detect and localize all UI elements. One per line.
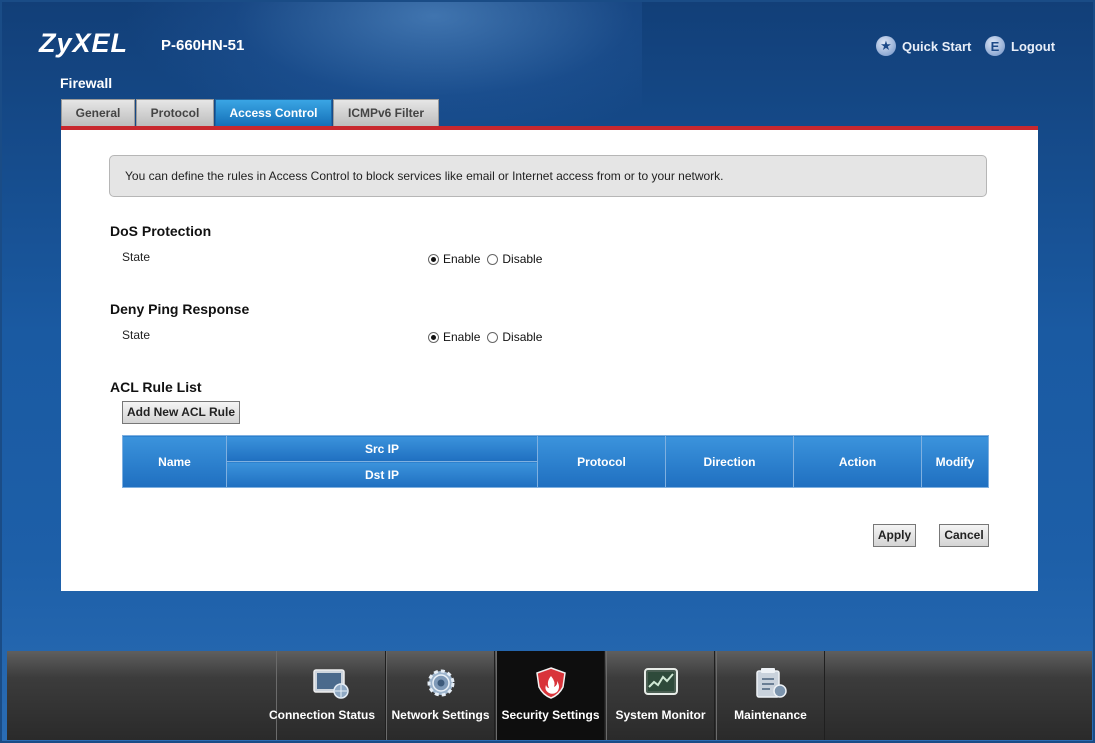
dos-state-radios: Enable Disable: [428, 252, 549, 266]
deny-ping-title: Deny Ping Response: [110, 301, 250, 317]
nav-network-settings-label: Network Settings: [391, 708, 490, 722]
gear-icon: [427, 669, 454, 697]
col-name-header: Name: [122, 435, 227, 488]
content-panel: You can define the rules in Access Contr…: [61, 130, 1038, 591]
shield-flame-icon: [535, 667, 566, 699]
dos-disable-label[interactable]: Disable: [502, 252, 542, 266]
deny-ping-enable-radio[interactable]: [428, 331, 439, 343]
nav-network-settings[interactable]: Network Settings: [386, 651, 495, 740]
acl-rule-table: Name Src IP Protocol Direction Action Mo…: [122, 435, 989, 488]
nav-security-settings[interactable]: Security Settings: [496, 651, 605, 740]
deny-ping-disable-radio[interactable]: [487, 331, 499, 343]
logout-icon: E: [985, 36, 1005, 56]
acl-rule-list-title: ACL Rule List: [110, 379, 202, 395]
col-action-header: Action: [793, 435, 922, 488]
info-box: You can define the rules in Access Contr…: [109, 155, 987, 197]
nav-connection-status-label: Connection Status: [268, 708, 375, 722]
quick-start-icon: ★: [876, 36, 896, 56]
nav-maintenance[interactable]: Maintenance: [716, 651, 825, 740]
logout-label: Logout: [1011, 38, 1056, 54]
nav-maintenance-label: Maintenance: [734, 708, 807, 722]
col-protocol-header: Protocol: [537, 435, 666, 488]
dos-enable-label[interactable]: Enable: [443, 252, 480, 266]
logout-link[interactable]: E Logout: [985, 36, 1055, 56]
dos-protection-title: DoS Protection: [110, 223, 212, 239]
col-modify-header: Modify: [921, 435, 989, 488]
col-src-ip-header: Src IP: [226, 435, 538, 462]
dos-state-label: State: [122, 250, 151, 264]
model-name: P-660HN-51: [161, 37, 245, 54]
deny-ping-disable-label[interactable]: Disable: [502, 330, 542, 344]
dos-enable-radio[interactable]: [428, 253, 439, 265]
page-title: Firewall: [60, 75, 113, 91]
tab-bar: General Protocol Access Control ICMPv6 F…: [61, 99, 440, 126]
tab-general[interactable]: General: [61, 99, 135, 126]
nav-system-monitor[interactable]: System Monitor: [606, 651, 715, 740]
zyxel-logo: ZyXEL: [39, 28, 129, 58]
add-acl-rule-button[interactable]: Add New ACL Rule: [122, 401, 240, 424]
deny-ping-state-label: State: [122, 328, 151, 342]
nav-security-settings-label: Security Settings: [501, 708, 600, 722]
dos-disable-radio[interactable]: [487, 253, 499, 265]
col-dst-ip-header: Dst IP: [226, 461, 538, 488]
app-frame: ZyXEL P-660HN-51 ★ Quick Start E Logout …: [0, 0, 1095, 743]
cancel-button[interactable]: Cancel: [939, 524, 989, 547]
nav-system-monitor-label: System Monitor: [615, 708, 706, 722]
col-direction-header: Direction: [665, 435, 794, 488]
quick-start-link[interactable]: ★ Quick Start: [876, 36, 971, 56]
monitor-chart-icon: [643, 668, 678, 695]
connection-status-icon: [313, 669, 349, 699]
tab-access-control[interactable]: Access Control: [215, 99, 332, 126]
deny-ping-state-radios: Enable Disable: [428, 330, 549, 344]
apply-button[interactable]: Apply: [873, 524, 916, 547]
nav-connection-status[interactable]: Connection Status: [269, 651, 386, 740]
bottom-nav-bar: Connection Status Network Settings Secur…: [7, 651, 1092, 740]
quick-start-label: Quick Start: [902, 38, 972, 54]
maintenance-tools-icon: [755, 668, 787, 698]
tab-protocol[interactable]: Protocol: [136, 99, 214, 126]
deny-ping-enable-label[interactable]: Enable: [443, 330, 480, 344]
tab-icmpv6-filter[interactable]: ICMPv6 Filter: [333, 99, 439, 126]
